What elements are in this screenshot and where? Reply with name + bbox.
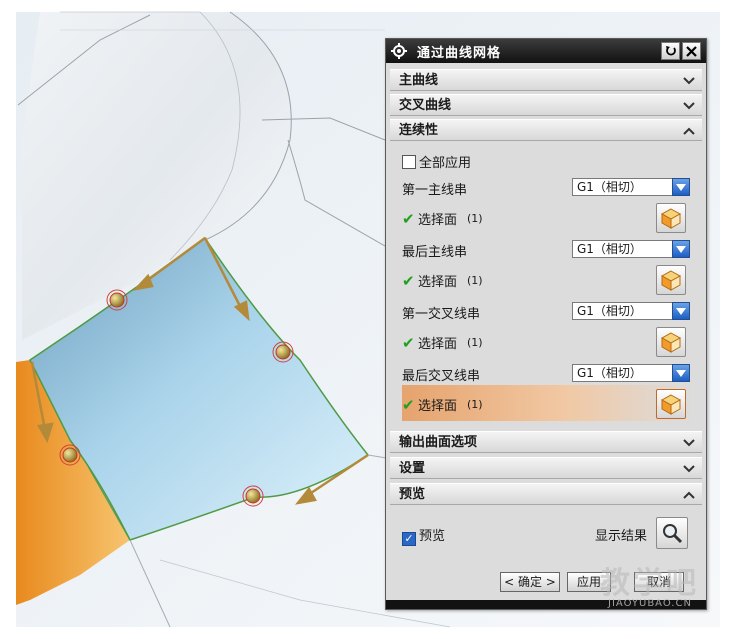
section-output-options[interactable]: 输出曲面选项 (390, 431, 702, 453)
checkbox-box[interactable] (402, 155, 416, 169)
chevron-down-icon (682, 95, 696, 116)
dropdown-arrow-icon[interactable] (672, 240, 690, 258)
last-cross-label: 最后交叉线串 (402, 369, 481, 384)
last-primary-continuity-select[interactable]: G1（相切） (572, 240, 690, 258)
first-primary-label: 第一主线串 (402, 183, 468, 198)
dialog-title: 通过曲线网格 (417, 45, 502, 61)
chevron-up-icon (682, 484, 696, 505)
section-continuity[interactable]: 连续性 (390, 119, 702, 141)
select-face-button-2[interactable] (656, 265, 686, 295)
select-count: (1) (467, 336, 483, 349)
checkmark-icon: ✔ (402, 333, 415, 352)
select-face-row-2[interactable]: ✔ 选择面 (1) (402, 271, 483, 291)
checkmark-icon: ✔ (402, 395, 415, 414)
section-settings[interactable]: 设置 (390, 457, 702, 479)
select-face-button-3[interactable] (656, 327, 686, 357)
last-primary-label: 最后主线串 (402, 245, 468, 260)
chevron-down-icon (682, 70, 696, 91)
preview-label: 预览 (419, 529, 446, 544)
dropdown-arrow-icon[interactable] (672, 302, 690, 320)
apply-all-label: 全部应用 (419, 156, 472, 171)
select-face-label: 选择面 (418, 213, 458, 228)
select-count: (1) (467, 398, 483, 411)
select-face-button-1[interactable] (656, 203, 686, 233)
show-result-label: 显示结果 (595, 529, 648, 544)
select-count: (1) (467, 274, 483, 287)
select-face-row-4[interactable]: ✔ 选择面 (1) (402, 395, 483, 415)
section-cross-curves[interactable]: 交叉曲线 (390, 94, 702, 116)
face-cube-icon (660, 270, 682, 291)
through-curve-mesh-dialog: 通过曲线网格 主曲线 交叉曲线 连续性 全部应用 第一主线串 G1（相切） ✔ … (385, 38, 707, 610)
face-cube-icon (660, 332, 682, 353)
face-cube-icon (660, 208, 682, 229)
last-cross-continuity-select[interactable]: G1（相切） (572, 364, 690, 382)
close-icon (686, 45, 697, 57)
magnifier-icon (663, 524, 683, 544)
checkbox-box[interactable]: ✓ (402, 532, 416, 546)
chevron-down-icon (682, 458, 696, 479)
section-label: 连续性 (399, 123, 439, 138)
show-result-button[interactable] (656, 517, 688, 549)
combo-value: G1（相切） (577, 242, 642, 256)
dropdown-arrow-icon[interactable] (672, 178, 690, 196)
gear-icon (389, 41, 409, 61)
first-cross-label: 第一交叉线串 (402, 307, 481, 322)
combo-value: G1（相切） (577, 304, 642, 318)
select-face-label: 选择面 (418, 399, 458, 414)
apply-all-checkbox[interactable]: 全部应用 (402, 152, 471, 171)
close-button[interactable] (682, 42, 701, 60)
select-face-button-4[interactable] (656, 389, 686, 419)
watermark-url: JIAOYUBAO.CN (608, 598, 692, 609)
dialog-titlebar[interactable]: 通过曲线网格 (386, 39, 706, 63)
face-cube-icon (660, 394, 682, 415)
section-label: 输出曲面选项 (399, 435, 478, 450)
ok-button[interactable]: < 确定 > (500, 572, 560, 592)
section-preview[interactable]: 预览 (390, 483, 702, 505)
reset-icon (665, 46, 676, 56)
chevron-up-icon (682, 120, 696, 141)
select-face-label: 选择面 (418, 337, 458, 352)
reset-button[interactable] (661, 42, 680, 60)
dropdown-arrow-icon[interactable] (672, 364, 690, 382)
select-face-row-3[interactable]: ✔ 选择面 (1) (402, 333, 483, 353)
watermark-logo-text: 教学吧 (600, 566, 699, 601)
checkmark-icon: ✔ (402, 209, 415, 228)
section-label: 交叉曲线 (399, 98, 452, 113)
first-cross-continuity-select[interactable]: G1（相切） (572, 302, 690, 320)
chevron-down-icon (682, 432, 696, 453)
first-primary-continuity-select[interactable]: G1（相切） (572, 178, 690, 196)
combo-value: G1（相切） (577, 180, 642, 194)
select-face-label: 选择面 (418, 275, 458, 290)
preview-checkbox[interactable]: ✓ 预览 (402, 525, 445, 546)
section-label: 预览 (399, 487, 426, 502)
select-face-row-1[interactable]: ✔ 选择面 (1) (402, 209, 483, 229)
select-count: (1) (467, 212, 483, 225)
watermark: 教学吧 JIAOYUBAO.CN (600, 558, 699, 609)
section-label: 主曲线 (399, 73, 439, 88)
section-label: 设置 (399, 461, 426, 476)
combo-value: G1（相切） (577, 366, 642, 380)
checkmark-icon: ✔ (402, 271, 415, 290)
section-primary-curves[interactable]: 主曲线 (390, 69, 702, 91)
